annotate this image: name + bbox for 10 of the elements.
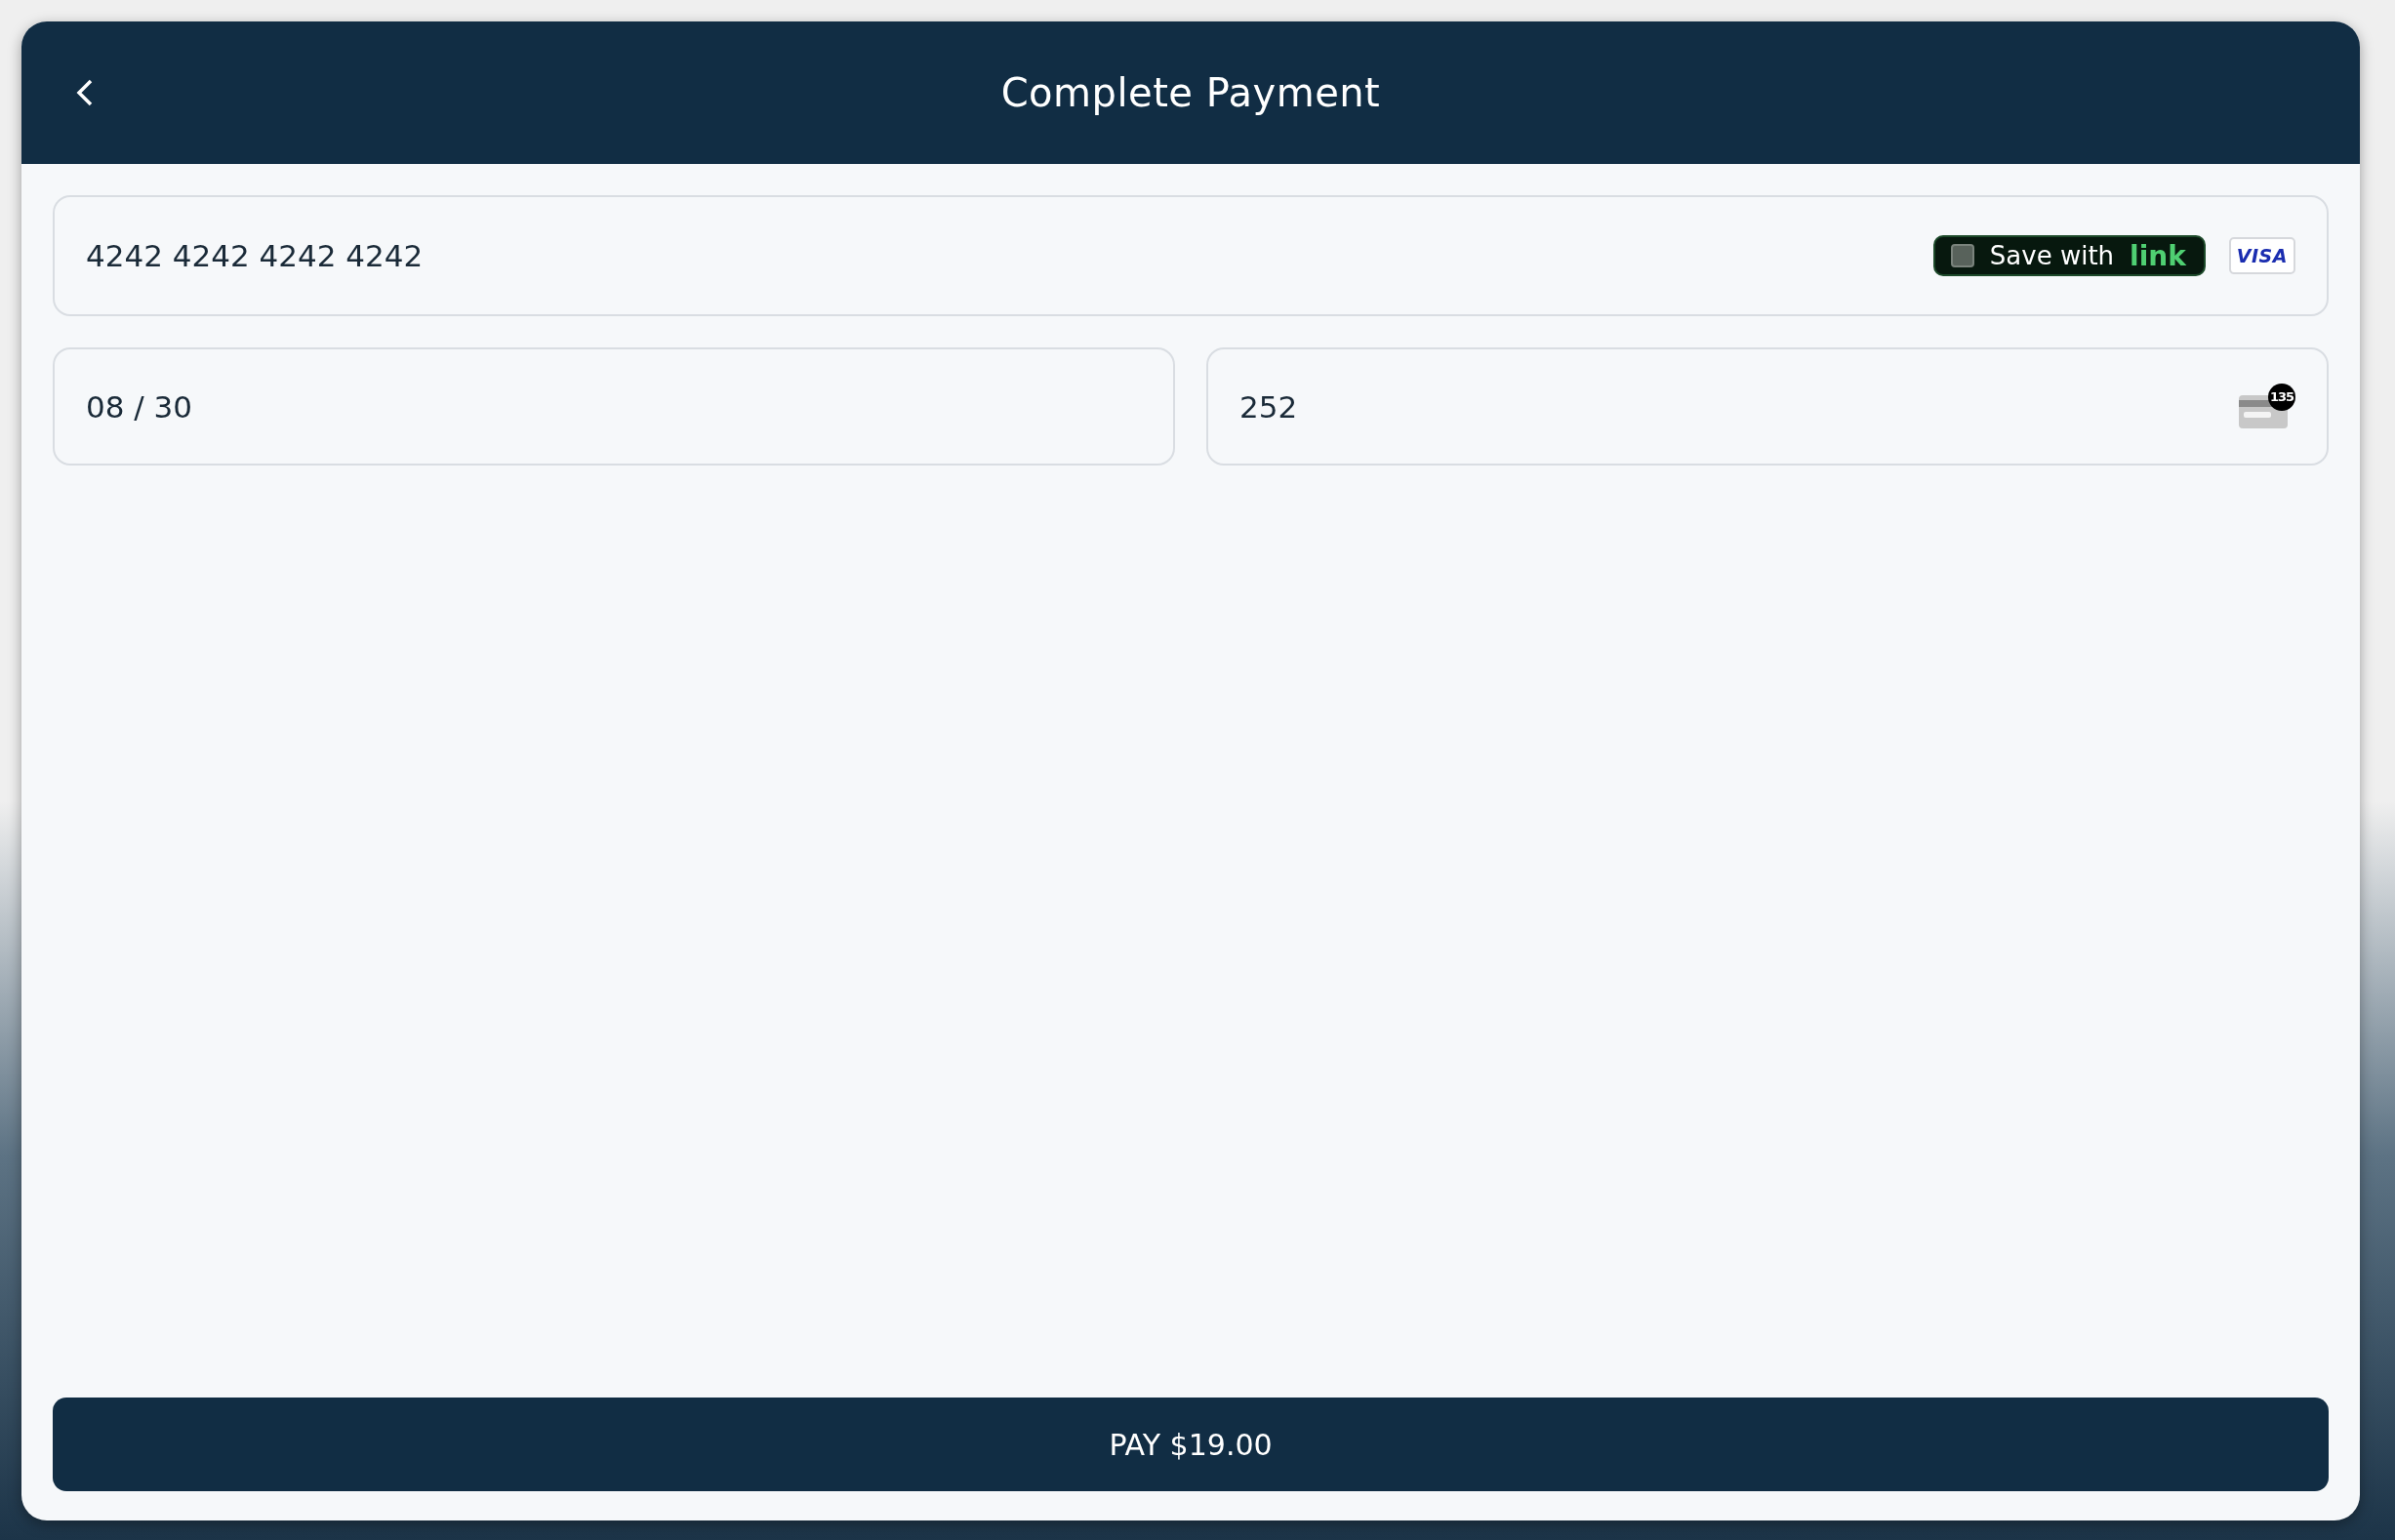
page-title: Complete Payment (1000, 70, 1381, 115)
cvc-field[interactable]: 252 135 (1206, 347, 2329, 466)
save-with-link-toggle[interactable]: Save with link (1932, 235, 2206, 276)
expiry-field[interactable]: 08 / 30 (53, 347, 1175, 466)
checkbox[interactable] (1950, 244, 1974, 267)
pay-button[interactable]: PAY $19.00 (53, 1398, 2329, 1491)
card-number-field[interactable]: 4242 4242 4242 4242 Save with link VISA (53, 195, 2329, 316)
link-logo: link (2130, 239, 2186, 272)
save-label: Save with (1989, 241, 2115, 270)
card-brand-logo: VISA (2228, 237, 2295, 274)
